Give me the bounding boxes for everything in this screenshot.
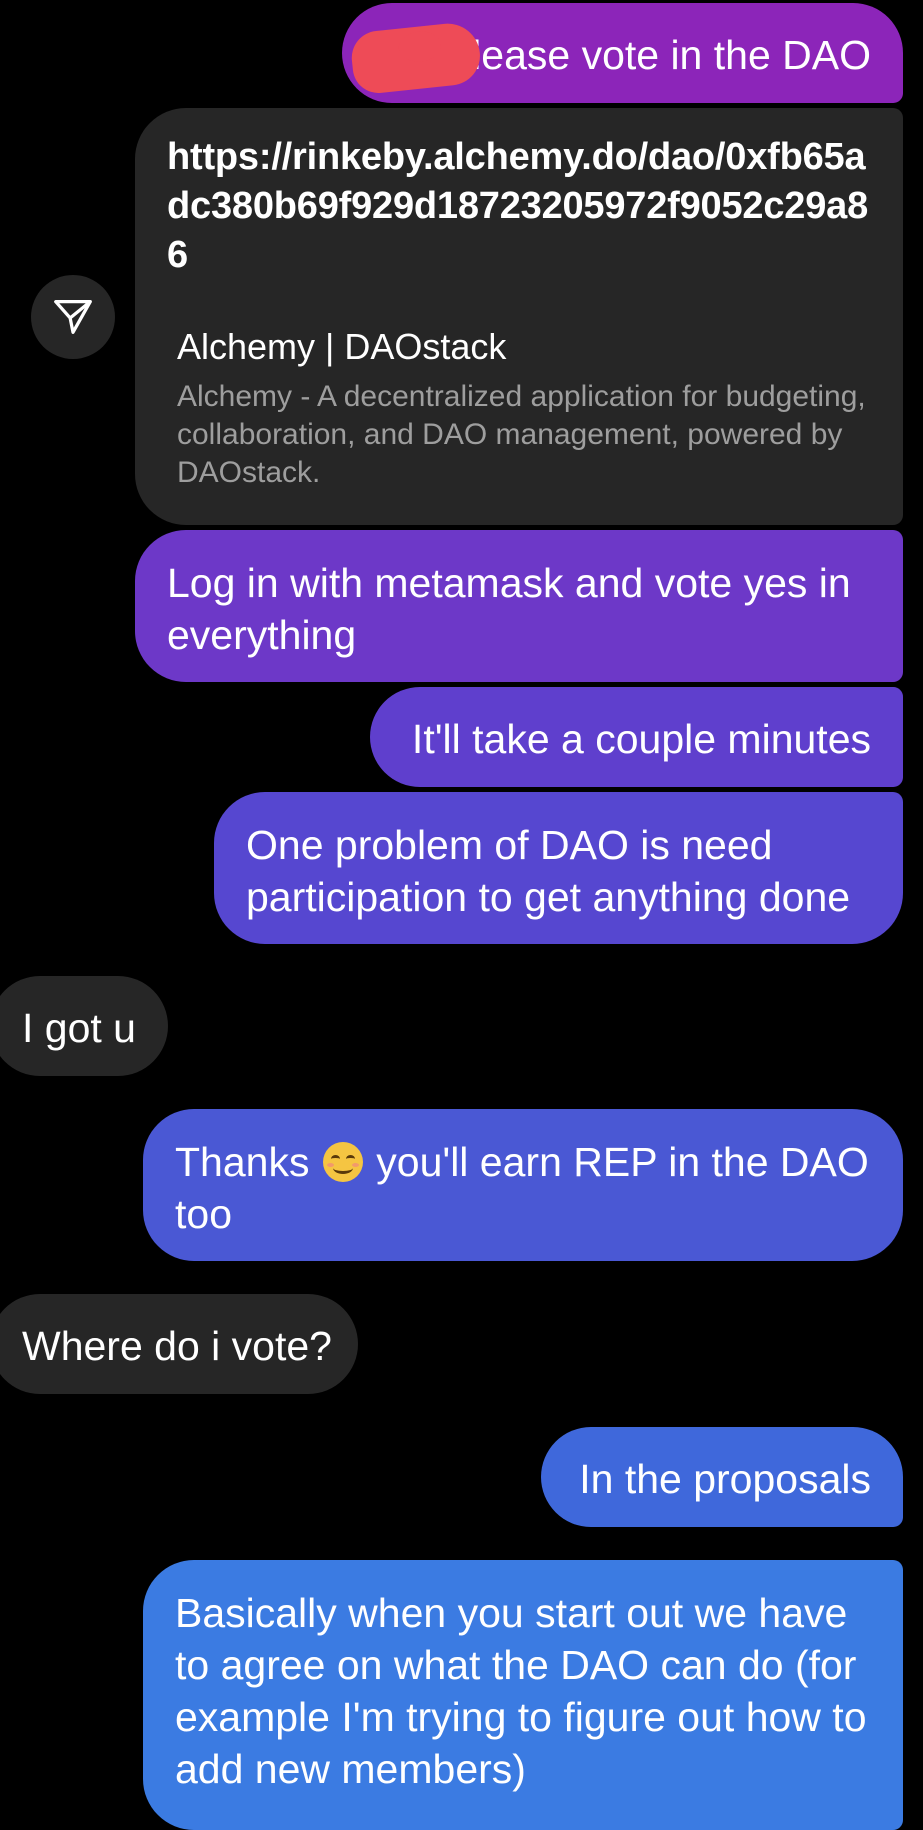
link-url[interactable]: https://rinkeby.alchemy.do/dao/0xfb65adc… xyxy=(167,133,873,280)
share-button[interactable] xyxy=(31,275,115,359)
message-text: Where do i vote? xyxy=(22,1323,332,1369)
message-text: In the proposals xyxy=(579,1456,871,1502)
link-preview-description: Alchemy - A decentralized application fo… xyxy=(177,380,866,489)
message-text: Log in with metamask and vote yes in eve… xyxy=(167,560,851,658)
message-text: One problem of DAO is need participation… xyxy=(246,822,851,920)
redaction-mark xyxy=(349,20,483,96)
message-text: lease vote in the DAO xyxy=(472,32,871,78)
message-text: It'll take a couple minutes xyxy=(411,716,871,762)
link-preview-title: Alchemy | DAOstack xyxy=(177,326,507,367)
message-thread: lease vote in the DAO https://rinkeby.al… xyxy=(0,0,923,1830)
message-text: Thanks xyxy=(175,1139,310,1185)
received-message-bubble[interactable]: Where do i vote? xyxy=(0,1294,358,1394)
message-text: I got u xyxy=(22,1005,136,1051)
sent-message-bubble[interactable]: Basically when you start out we have to … xyxy=(143,1560,903,1830)
sent-message-bubble[interactable]: Log in with metamask and vote yes in eve… xyxy=(135,530,903,682)
sent-message-bubble[interactable]: lease vote in the DAO xyxy=(342,3,903,103)
send-icon xyxy=(54,300,92,334)
smiling-face-emoji xyxy=(322,1142,363,1182)
sent-message-bubble[interactable]: It'll take a couple minutes xyxy=(370,687,903,787)
message-text: Basically when you start out we have to … xyxy=(175,1590,867,1792)
sent-message-bubble[interactable]: One problem of DAO is need participation… xyxy=(214,792,903,944)
link-preview-card[interactable]: https://rinkeby.alchemy.do/dao/0xfb65adc… xyxy=(135,108,903,525)
sent-message-bubble[interactable]: In the proposals xyxy=(541,1427,903,1527)
sent-message-bubble[interactable]: Thanks you'll earn REP in the DAO too xyxy=(143,1109,903,1261)
received-message-bubble[interactable]: I got u xyxy=(0,976,168,1076)
